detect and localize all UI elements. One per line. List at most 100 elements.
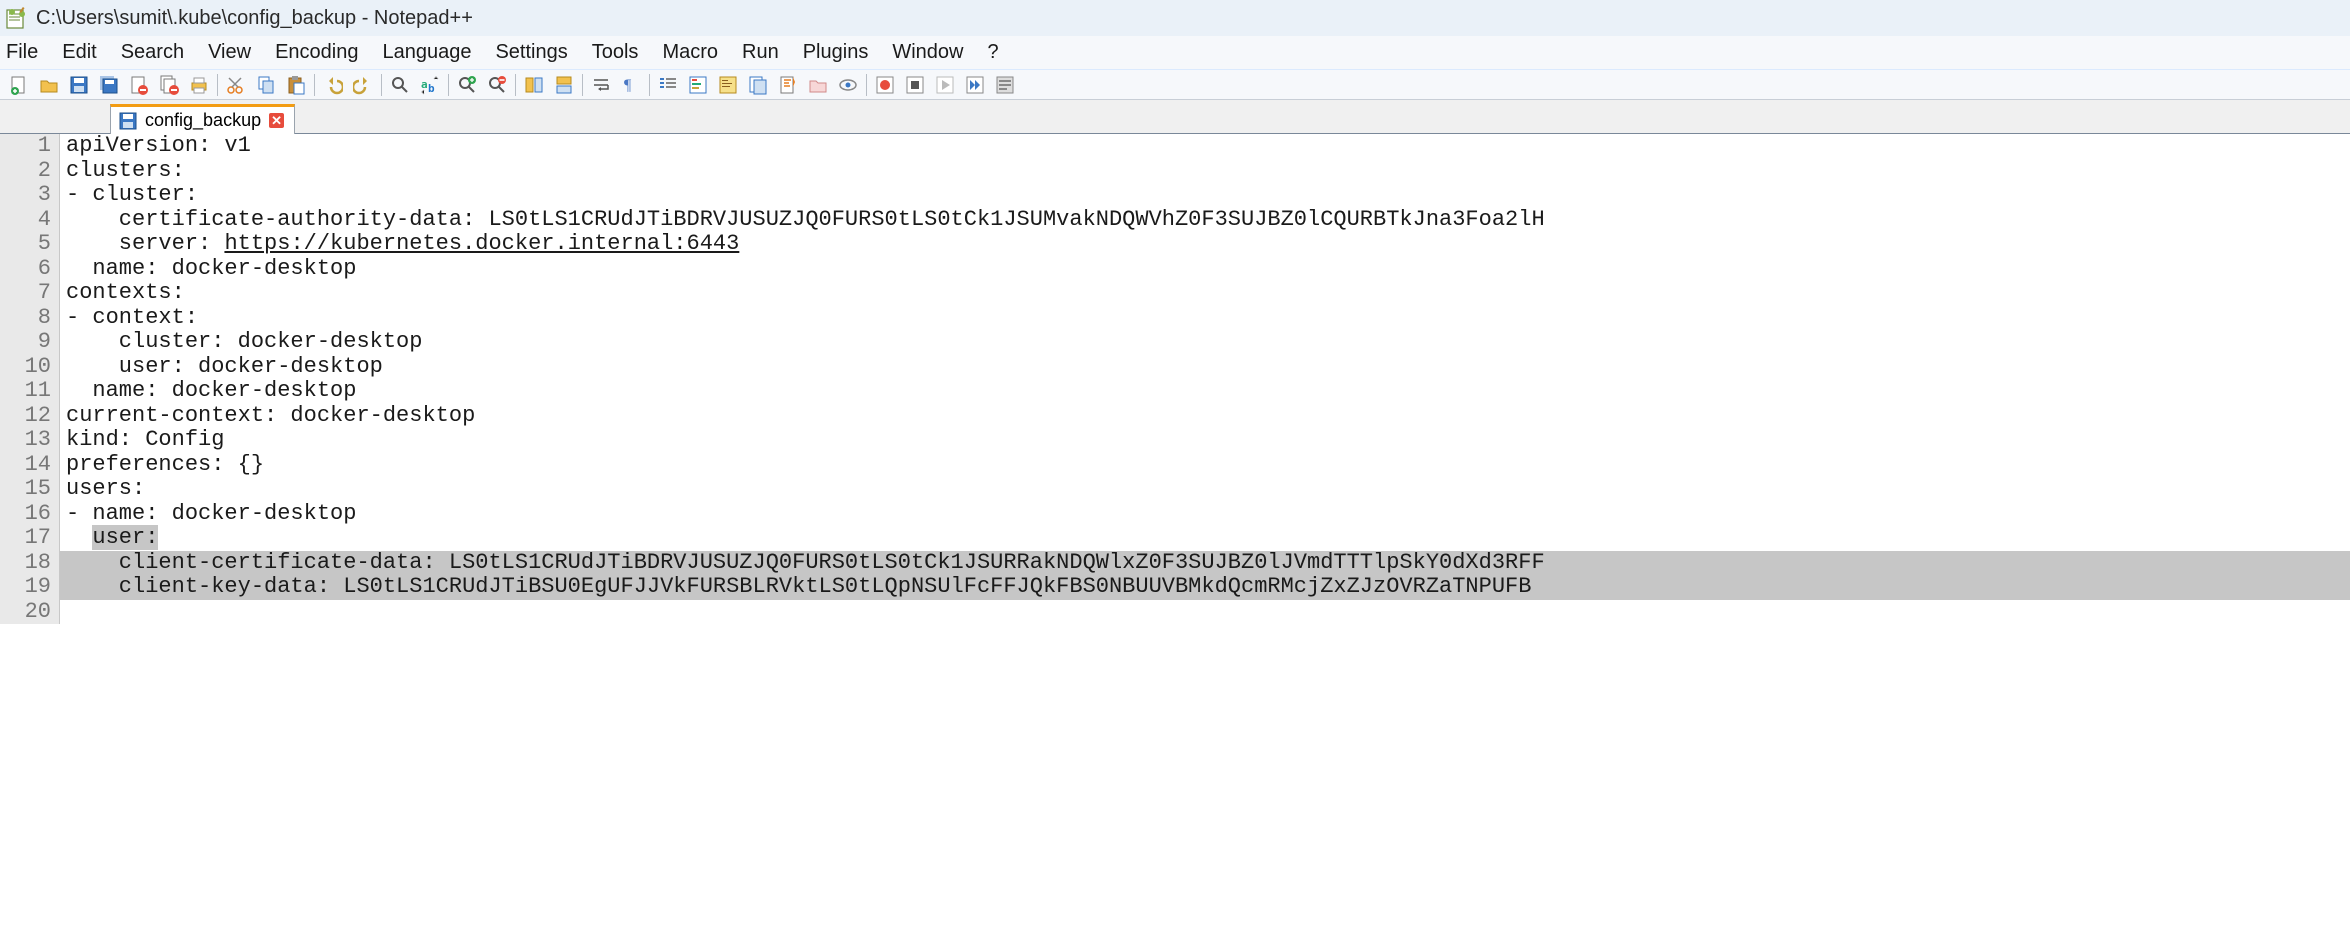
save-all-icon[interactable] [94, 72, 124, 98]
close-file-icon[interactable] [124, 72, 154, 98]
indent-guide-icon[interactable] [653, 72, 683, 98]
replace-icon[interactable]: ab [415, 72, 445, 98]
tab-label: config_backup [145, 110, 261, 131]
menu-file[interactable]: File [6, 41, 38, 64]
menu-encoding[interactable]: Encoding [275, 41, 358, 64]
code-line[interactable]: server: https://kubernetes.docker.intern… [60, 232, 2350, 257]
play-multi-icon[interactable] [960, 72, 990, 98]
code-line[interactable]: client-certificate-data: LS0tLS1CRUdJTiB… [60, 551, 2350, 576]
notepadpp-app-icon [6, 7, 28, 29]
sync-v-icon[interactable] [519, 72, 549, 98]
line-number: 2 [0, 159, 51, 184]
code-line[interactable]: certificate-authority-data: LS0tLS1CRUdJ… [60, 208, 2350, 233]
udl-icon[interactable] [683, 72, 713, 98]
find-icon[interactable] [385, 72, 415, 98]
line-number: 14 [0, 453, 51, 478]
toolbar-separator [582, 74, 583, 96]
line-number: 20 [0, 600, 51, 625]
editor[interactable]: 1234567891011121314151617181920 apiVersi… [0, 134, 2350, 624]
disk-icon [119, 112, 137, 130]
code-line[interactable]: user: docker-desktop [60, 355, 2350, 380]
menu-window[interactable]: Window [892, 41, 963, 64]
line-gutter: 1234567891011121314151617181920 [0, 134, 60, 624]
code-line[interactable]: - name: docker-desktop [60, 502, 2350, 527]
line-number: 8 [0, 306, 51, 331]
save-macro-icon[interactable] [990, 72, 1020, 98]
code-line[interactable]: apiVersion: v1 [60, 134, 2350, 159]
line-number: 15 [0, 477, 51, 502]
menubar: File Edit Search View Encoding Language … [0, 36, 2350, 70]
record-icon[interactable] [870, 72, 900, 98]
cut-icon[interactable] [221, 72, 251, 98]
doc-map-icon[interactable] [713, 72, 743, 98]
menu-search[interactable]: Search [121, 41, 184, 64]
line-number: 7 [0, 281, 51, 306]
undo-icon[interactable] [318, 72, 348, 98]
print-icon[interactable] [184, 72, 214, 98]
wrap-icon[interactable] [586, 72, 616, 98]
folder-icon[interactable] [803, 72, 833, 98]
stop-icon[interactable] [900, 72, 930, 98]
zoom-out-icon[interactable] [482, 72, 512, 98]
menu-view[interactable]: View [208, 41, 251, 64]
menu-help[interactable]: ? [987, 41, 998, 64]
code-line[interactable] [60, 600, 2350, 625]
paste-icon[interactable] [281, 72, 311, 98]
show-all-icon[interactable]: ¶ [616, 72, 646, 98]
code-line[interactable]: kind: Config [60, 428, 2350, 453]
svg-text:¶: ¶ [624, 77, 632, 94]
menu-language[interactable]: Language [382, 41, 471, 64]
code-line[interactable]: - context: [60, 306, 2350, 331]
window-title: C:\Users\sumit\.kube\config_backup - Not… [36, 7, 473, 30]
code-line[interactable]: cluster: docker-desktop [60, 330, 2350, 355]
code-line[interactable]: users: [60, 477, 2350, 502]
menu-plugins[interactable]: Plugins [803, 41, 869, 64]
save-icon[interactable] [64, 72, 94, 98]
toolbar-separator [217, 74, 218, 96]
code-line[interactable]: current-context: docker-desktop [60, 404, 2350, 429]
code-area[interactable]: apiVersion: v1clusters:- cluster: certif… [60, 134, 2350, 624]
close-icon[interactable]: ✕ [269, 113, 284, 128]
code-line[interactable]: user: [60, 526, 2350, 551]
redo-icon[interactable] [348, 72, 378, 98]
svg-text:b: b [428, 82, 435, 95]
toolbar-separator [448, 74, 449, 96]
code-line[interactable]: contexts: [60, 281, 2350, 306]
server-url-link[interactable]: https://kubernetes.docker.internal:6443 [224, 231, 739, 256]
code-line[interactable]: name: docker-desktop [60, 379, 2350, 404]
code-line[interactable]: - cluster: [60, 183, 2350, 208]
code-line[interactable]: preferences: {} [60, 453, 2350, 478]
code-line[interactable]: name: docker-desktop [60, 257, 2350, 282]
toolbar-separator [314, 74, 315, 96]
sync-h-icon[interactable] [549, 72, 579, 98]
menu-run[interactable]: Run [742, 41, 779, 64]
toolbar: ab ¶ [0, 70, 2350, 100]
line-number: 6 [0, 257, 51, 282]
line-number: 16 [0, 502, 51, 527]
copy-icon[interactable] [251, 72, 281, 98]
line-number: 12 [0, 404, 51, 429]
line-number: 4 [0, 208, 51, 233]
menu-macro[interactable]: Macro [662, 41, 718, 64]
close-all-icon[interactable] [154, 72, 184, 98]
new-file-icon[interactable] [4, 72, 34, 98]
func-list-icon[interactable] [773, 72, 803, 98]
line-number: 5 [0, 232, 51, 257]
code-line[interactable]: clusters: [60, 159, 2350, 184]
menu-edit[interactable]: Edit [62, 41, 96, 64]
play-icon[interactable] [930, 72, 960, 98]
titlebar: C:\Users\sumit\.kube\config_backup - Not… [0, 0, 2350, 36]
menu-settings[interactable]: Settings [495, 41, 567, 64]
monitor-icon[interactable] [833, 72, 863, 98]
tab-strip: config_backup ✕ [0, 100, 2350, 134]
tab-config-backup[interactable]: config_backup ✕ [110, 104, 295, 134]
zoom-in-icon[interactable] [452, 72, 482, 98]
line-number: 3 [0, 183, 51, 208]
menu-tools[interactable]: Tools [592, 41, 639, 64]
line-number: 9 [0, 330, 51, 355]
toolbar-separator [381, 74, 382, 96]
code-line[interactable]: client-key-data: LS0tLS1CRUdJTiBSU0EgUFJ… [60, 575, 2350, 600]
open-file-icon[interactable] [34, 72, 64, 98]
doc-list-icon[interactable] [743, 72, 773, 98]
line-number: 11 [0, 379, 51, 404]
